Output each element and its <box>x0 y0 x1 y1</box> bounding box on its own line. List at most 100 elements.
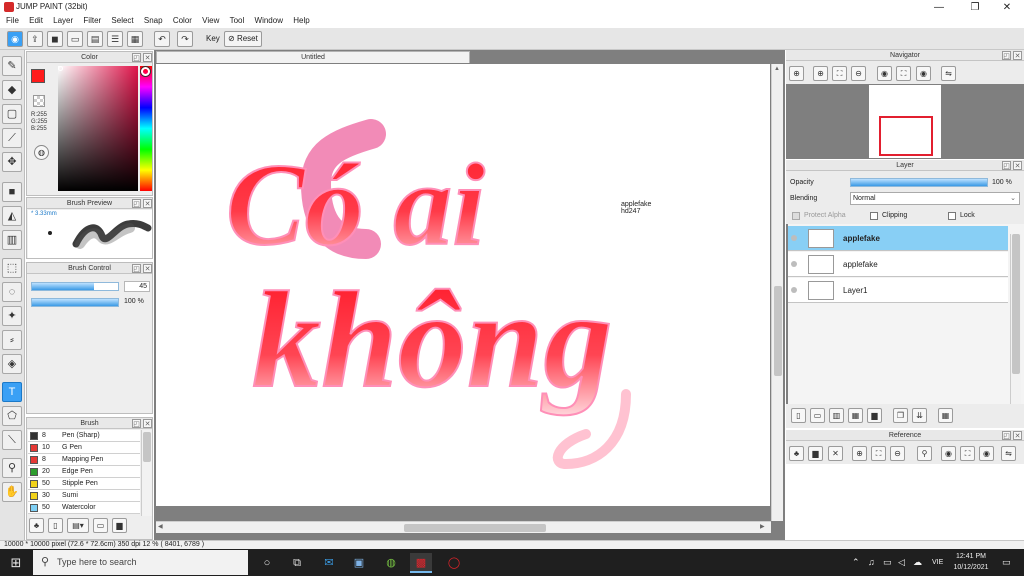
color-wheel-icon[interactable]: ◍ <box>34 145 49 160</box>
new-folder-icon[interactable]: ▆ <box>867 408 882 423</box>
export-icon[interactable]: ⇪ <box>27 31 43 47</box>
brush-item[interactable]: 50 Watercolor <box>28 502 140 514</box>
tray-up-icon[interactable]: ⌃ <box>852 557 860 568</box>
maximize-button[interactable]: ❐ <box>958 0 992 15</box>
hand-tool-icon[interactable]: ✋ <box>2 482 22 502</box>
page-list-icon[interactable]: ☰ <box>107 31 123 47</box>
zoom-in-icon[interactable]: ⊕ <box>813 66 828 81</box>
menu-tool[interactable]: Tool <box>226 15 249 27</box>
brush-list-scrollbar[interactable] <box>141 430 152 516</box>
panel-float-icon[interactable]: ◰ <box>1002 431 1011 440</box>
select-pen-tool-icon[interactable]: ⸗ <box>2 330 22 350</box>
zoom-out-icon[interactable]: ⊖ <box>851 66 866 81</box>
menu-window[interactable]: Window <box>251 15 287 27</box>
menu-edit[interactable]: Edit <box>25 15 47 27</box>
quick-access-icon[interactable]: ◉ <box>7 31 23 47</box>
brush-settings-icon[interactable]: ♣ <box>29 518 44 533</box>
new-brush-icon[interactable]: ▯ <box>48 518 63 533</box>
open-folder-icon[interactable]: ▆ <box>808 446 823 461</box>
panel-float-icon[interactable]: ◰ <box>1002 51 1011 60</box>
menu-color[interactable]: Color <box>169 15 196 27</box>
language-indicator[interactable]: VIE <box>932 559 943 566</box>
canvas-vscroll-thumb[interactable] <box>774 286 782 376</box>
flip-icon[interactable]: ⇋ <box>941 66 956 81</box>
brush-item[interactable]: 10 G Pen <box>28 442 140 454</box>
layer-visibility-icon[interactable] <box>791 235 797 241</box>
ref-eyedropper-icon[interactable]: ⚲ <box>917 446 932 461</box>
frame-tool-icon[interactable]: ⬠ <box>2 406 22 426</box>
rect-tool-icon[interactable]: ▢ <box>2 104 22 124</box>
delete-layer-icon[interactable]: ▦ <box>938 408 953 423</box>
task-view-icon[interactable]: ○ <box>256 553 278 573</box>
panel-float-icon[interactable]: ◰ <box>132 264 141 273</box>
opera-icon[interactable]: ◯ <box>443 553 465 573</box>
panel-close-icon[interactable]: ✕ <box>1013 51 1022 60</box>
canvas-hscroll-thumb[interactable] <box>404 524 546 532</box>
clock-date[interactable]: 10/12/2021 <box>950 564 992 571</box>
menu-file[interactable]: File <box>2 15 23 27</box>
fit-icon[interactable]: ⛶ <box>832 66 847 81</box>
eraser-tool-icon[interactable]: ◆ <box>2 80 22 100</box>
ref-fit-icon[interactable]: ⛶ <box>871 446 886 461</box>
fill-rect-tool-icon[interactable]: ■ <box>2 182 22 202</box>
new-halftone-layer-icon[interactable]: ▥ <box>829 408 844 423</box>
reset-button[interactable]: ⊘ Reset <box>224 31 262 47</box>
ref-flip-icon[interactable]: ⇋ <box>1001 446 1016 461</box>
close-button[interactable]: ✕ <box>990 0 1024 15</box>
brush-item[interactable]: 20 Edge Pen <box>28 466 140 478</box>
gradient-tool-icon[interactable]: ▥ <box>2 230 22 250</box>
layer-visibility-icon[interactable] <box>791 261 797 267</box>
layer-opacity-slider[interactable] <box>850 178 988 187</box>
brush-item[interactable]: 8 Mapping Pen <box>28 454 140 466</box>
menu-select[interactable]: Select <box>107 15 137 27</box>
lasso-tool-icon[interactable]: ◌ <box>2 282 22 302</box>
undo-icon[interactable]: ↶ <box>154 31 170 47</box>
menu-snap[interactable]: Snap <box>140 15 167 27</box>
select-eraser-tool-icon[interactable]: ◈ <box>2 354 22 374</box>
blending-select[interactable]: Normal ⌄ <box>850 192 1020 205</box>
magic-wand-tool-icon[interactable]: ✦ <box>2 306 22 326</box>
redo-icon[interactable]: ↷ <box>177 31 193 47</box>
brush-folder-icon[interactable]: ▆ <box>112 518 127 533</box>
menu-help[interactable]: Help <box>289 15 313 27</box>
widgets-icon[interactable]: ⧉ <box>286 553 308 573</box>
rotate-left-icon[interactable]: ◉ <box>877 66 892 81</box>
panel-close-icon[interactable]: ✕ <box>143 264 152 273</box>
hue-cursor[interactable] <box>141 67 150 76</box>
brush-opacity-slider[interactable] <box>31 298 119 307</box>
layer-visibility-icon[interactable] <box>791 287 797 293</box>
fit-window-icon[interactable]: ⛶ <box>896 66 911 81</box>
network-icon[interactable]: ▭ <box>883 557 892 568</box>
mail-icon[interactable]: ✉ <box>318 553 340 573</box>
layer-row[interactable]: applefake <box>788 252 1008 277</box>
brush-tool-icon[interactable]: ✎ <box>2 56 22 76</box>
tray-app-icon[interactable]: ♫ <box>868 557 875 567</box>
scroll-right-icon[interactable]: ▶ <box>760 523 765 530</box>
taskbar-search[interactable]: ⚲ Type here to search <box>33 550 248 575</box>
comment-icon[interactable]: ◼ <box>47 31 63 47</box>
menu-layer[interactable]: Layer <box>49 15 77 27</box>
text-tool-icon[interactable]: T <box>2 382 22 402</box>
navigator-viewport-frame[interactable] <box>879 116 933 156</box>
saturation-value-picker[interactable] <box>58 66 138 191</box>
page-grid-icon[interactable]: ▦ <box>127 31 143 47</box>
new-raster-layer-icon[interactable]: ▭ <box>810 408 825 423</box>
jump-paint-taskbar-icon[interactable]: ▩ <box>410 553 432 573</box>
close-reference-icon[interactable]: ✕ <box>828 446 843 461</box>
ref-zoom-out-icon[interactable]: ⊖ <box>890 446 905 461</box>
ref-rotate-right-icon[interactable]: ◉ <box>979 446 994 461</box>
panel-float-icon[interactable]: ◰ <box>132 53 141 62</box>
panel-close-icon[interactable]: ✕ <box>1013 161 1022 170</box>
primary-color-swatch[interactable] <box>31 69 45 83</box>
windows-start-icon[interactable]: ⊞ <box>5 553 27 573</box>
bucket-tool-icon[interactable]: ◭ <box>2 206 22 226</box>
merge-layer-icon[interactable]: ⇊ <box>912 408 927 423</box>
clock-time[interactable]: 12:41 PM <box>954 553 988 560</box>
canvas[interactable]: Có ai không applefake hd247 <box>156 64 770 506</box>
zoom-in-small-icon[interactable]: ⊕ <box>789 66 804 81</box>
panel-close-icon[interactable]: ✕ <box>143 53 152 62</box>
new-layer-icon[interactable]: ▯ <box>791 408 806 423</box>
browser-icon[interactable]: ◍ <box>380 553 402 573</box>
document-tab[interactable]: Untitled <box>156 51 470 63</box>
brush-item[interactable]: 50 Stipple Pen <box>28 478 140 490</box>
